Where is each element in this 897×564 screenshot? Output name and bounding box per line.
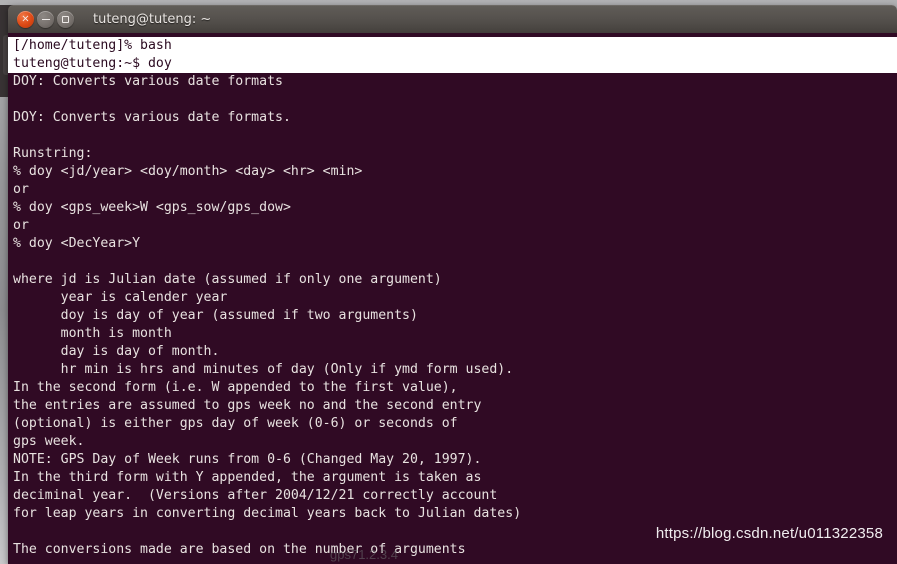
terminal-output-line: In the third form with Y appended, the a… bbox=[13, 470, 482, 485]
terminal-output-line: % doy <DecYear>Y bbox=[13, 236, 141, 251]
terminal-output-line: or bbox=[13, 182, 29, 197]
window-title: tuteng@tuteng: ~ bbox=[93, 12, 212, 27]
window-title-bar[interactable]: × tuteng@tuteng: ~ bbox=[8, 5, 897, 33]
terminal-output-line: the entries are assumed to gps week no a… bbox=[13, 398, 482, 413]
terminal-prompt-block: [/home/tuteng]% bash tuteng@tuteng:~$ doy bbox=[8, 37, 897, 73]
maximize-window-icon[interactable] bbox=[57, 11, 74, 28]
terminal-output-line: DOY: Converts various date formats bbox=[13, 74, 283, 89]
terminal-output-line: doy is day of year (assumed if two argum… bbox=[13, 308, 418, 323]
terminal-output-line: year is calender year bbox=[13, 290, 228, 305]
terminal-window[interactable]: × tuteng@tuteng: ~ [/home/tuteng]% bash t… bbox=[8, 5, 897, 564]
terminal-output-line: DOY: Converts various date formats. bbox=[13, 110, 291, 125]
maximize-icon-glyph bbox=[62, 16, 69, 23]
terminal-output-line: gps week. bbox=[13, 434, 85, 449]
terminal-output-line: NOTE: GPS Day of Week runs from 0-6 (Cha… bbox=[13, 452, 482, 467]
minimize-icon-glyph bbox=[41, 18, 50, 21]
terminal-output-line: (optional) is either gps day of week (0-… bbox=[13, 416, 458, 431]
terminal-prompt-line: tuteng@tuteng:~$ doy bbox=[13, 56, 172, 71]
close-window-icon[interactable]: × bbox=[17, 11, 34, 28]
terminal-output-line: day is day of month. bbox=[13, 344, 220, 359]
terminal-output-line: where jd is Julian date (assumed if only… bbox=[13, 272, 442, 287]
minimize-window-icon[interactable] bbox=[37, 11, 54, 28]
terminal-output-line: deciminal year. (Versions after 2004/12/… bbox=[13, 488, 498, 503]
terminal-output-block: DOY: Converts various date formats DOY: … bbox=[8, 73, 897, 559]
window-controls: × bbox=[17, 11, 74, 28]
terminal-output-line: % doy <jd/year> <doy/month> <day> <hr> <… bbox=[13, 164, 363, 179]
terminal-output-line: for leap years in converting decimal yea… bbox=[13, 506, 522, 521]
terminal-prompt-line: [/home/tuteng]% bash bbox=[13, 38, 172, 53]
terminal-output-area[interactable]: [/home/tuteng]% bash tuteng@tuteng:~$ doy… bbox=[8, 33, 897, 564]
terminal-output-line: Runstring: bbox=[13, 146, 93, 161]
terminal-output-line: month is month bbox=[13, 326, 172, 341]
terminal-output-line: or bbox=[13, 218, 29, 233]
terminal-output-line: In the second form (i.e. W appended to t… bbox=[13, 380, 458, 395]
close-icon-glyph: × bbox=[21, 13, 30, 24]
terminal-output-line: hr min is hrs and minutes of day (Only i… bbox=[13, 362, 514, 377]
terminal-output-line: The conversions made are based on the nu… bbox=[13, 542, 466, 557]
watermark-url: https://blog.csdn.net/u011322358 bbox=[655, 525, 883, 542]
terminal-output-line: % doy <gps_week>W <gps_sow/gps_dow> bbox=[13, 200, 291, 215]
watermark-ghost-text: gps71.2.3.4 bbox=[330, 547, 398, 562]
